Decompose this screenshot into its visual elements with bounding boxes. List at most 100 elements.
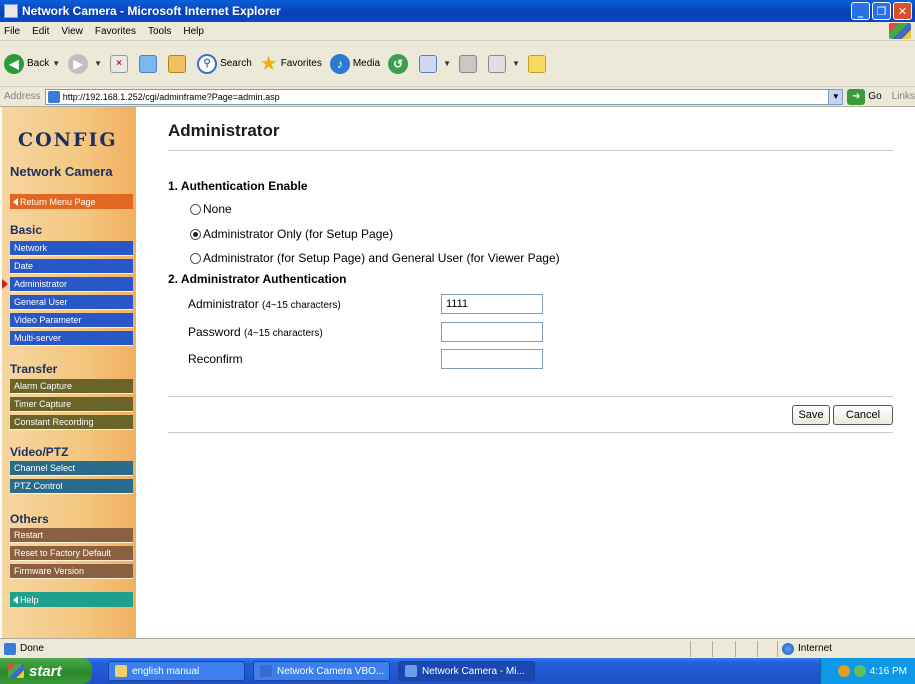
- browser-window: Network Camera - Microsoft Internet Expl…: [0, 0, 915, 684]
- help-button[interactable]: Help: [10, 592, 133, 607]
- option-none[interactable]: None: [190, 202, 232, 216]
- go-arrow-icon: ➜: [847, 88, 866, 105]
- print-button[interactable]: [459, 54, 480, 73]
- toolbar: ◀ Back ▼ ▶ ▼ × ⚲ Search ★ Favorites ♪ Medi…: [0, 41, 915, 87]
- menu-tools[interactable]: Tools: [148, 26, 171, 37]
- sidebar-item-alarm-capture[interactable]: Alarm Capture: [10, 379, 133, 394]
- divider: [168, 396, 893, 397]
- status-divider: [777, 641, 778, 657]
- close-button[interactable]: ✕: [893, 2, 912, 20]
- tray-security-icon[interactable]: [853, 665, 866, 677]
- minimize-button[interactable]: _: [851, 2, 870, 20]
- administrator-label: Administrator (4~15 characters): [188, 297, 341, 311]
- messenger-button[interactable]: [527, 54, 549, 73]
- printer-icon: [459, 54, 477, 73]
- address-bar: Address http://192.168.1.252/cgi/adminfr…: [0, 87, 915, 107]
- forward-arrow-icon: ▶: [68, 53, 89, 74]
- radio-none[interactable]: [190, 203, 201, 215]
- main-content: Administrator 1. Authentication Enable N…: [136, 107, 915, 638]
- password-label: Password (4~15 characters): [188, 325, 323, 339]
- menu-favorites[interactable]: Favorites: [95, 26, 136, 37]
- address-url: http://192.168.1.252/cgi/adminframe?Page…: [62, 91, 280, 102]
- divider: [168, 432, 893, 433]
- menu-view[interactable]: View: [61, 26, 83, 37]
- menu-file[interactable]: File: [4, 26, 20, 37]
- search-button[interactable]: ⚲ Search: [197, 53, 252, 74]
- sidebar-item-multi-server[interactable]: Multi-server: [10, 331, 133, 346]
- windows-flag-icon: [8, 664, 24, 678]
- taskbar: start english manual Network Camera VBO.…: [0, 658, 915, 684]
- status-text: Done: [4, 642, 44, 655]
- media-button[interactable]: ♪ Media: [329, 53, 380, 74]
- tray-network-icon[interactable]: [837, 665, 850, 677]
- sidebar-item-firmware-version[interactable]: Firmware Version: [10, 564, 133, 579]
- restore-button[interactable]: ❐: [872, 2, 891, 20]
- clock: 4:16 PM: [869, 665, 907, 677]
- administrator-input[interactable]: 1111: [441, 294, 543, 314]
- internet-globe-icon: [782, 642, 794, 655]
- active-pointer-icon: [2, 279, 8, 289]
- star-icon: ★: [259, 53, 278, 75]
- reconfirm-input[interactable]: [441, 349, 543, 369]
- menu-help[interactable]: Help: [183, 26, 204, 37]
- folder-icon: [115, 665, 127, 677]
- sidebar-item-general-user[interactable]: General User: [10, 295, 133, 310]
- radio-administrator-only[interactable]: [190, 228, 201, 240]
- history-icon: ↺: [388, 53, 409, 74]
- sidebar-item-network[interactable]: Network: [10, 241, 133, 256]
- return-menu-page-button[interactable]: Return Menu Page: [10, 194, 133, 209]
- sidebar-item-ptz-control[interactable]: PTZ Control: [10, 479, 133, 494]
- task-english-manual[interactable]: english manual: [108, 661, 245, 681]
- option-administrator-and-general-user[interactable]: Administrator (for Setup Page) and Gener…: [190, 251, 560, 265]
- edit-page-icon: [488, 54, 506, 73]
- sidebar-item-timer-capture[interactable]: Timer Capture: [10, 397, 133, 412]
- go-button[interactable]: ➜ Go: [847, 88, 882, 105]
- address-input[interactable]: http://192.168.1.252/cgi/adminframe?Page…: [44, 88, 844, 105]
- save-button[interactable]: Save: [792, 405, 830, 425]
- home-button[interactable]: [168, 54, 189, 73]
- sidebar-item-date[interactable]: Date: [10, 259, 133, 274]
- sidebar-subtitle: Network Camera: [10, 164, 113, 179]
- address-dropdown-icon[interactable]: ▼: [828, 89, 843, 104]
- window-title: Network Camera - Microsoft Internet Expl…: [22, 4, 281, 18]
- option-administrator-only[interactable]: Administrator Only (for Setup Page): [190, 227, 393, 241]
- sidebar-item-reset-factory-default[interactable]: Reset to Factory Default: [10, 546, 133, 561]
- edit-button[interactable]: ▼: [488, 54, 520, 73]
- group-transfer-title: Transfer: [10, 362, 58, 376]
- mail-icon: [419, 54, 438, 73]
- back-button[interactable]: ◀ Back ▼: [4, 53, 60, 74]
- search-icon: ⚲: [197, 53, 218, 74]
- stop-button[interactable]: ×: [110, 54, 131, 73]
- menu-edit[interactable]: Edit: [32, 26, 49, 37]
- menu-bar: File Edit View Favorites Tools Help: [0, 22, 915, 41]
- refresh-button[interactable]: [139, 54, 160, 73]
- page-title: Administrator: [168, 121, 280, 140]
- cancel-button[interactable]: Cancel: [833, 405, 893, 425]
- sidebar-item-video-parameter[interactable]: Video Parameter: [10, 313, 133, 328]
- sidebar-item-restart[interactable]: Restart: [10, 528, 133, 543]
- mail-button[interactable]: ▼: [419, 54, 451, 73]
- title-bar: Network Camera - Microsoft Internet Expl…: [0, 0, 915, 22]
- home-icon: [168, 54, 187, 73]
- favorites-button[interactable]: ★ Favorites: [260, 51, 322, 76]
- status-bar: Done Internet: [0, 638, 915, 658]
- links-button[interactable]: Links: [892, 91, 915, 102]
- sidebar-item-administrator[interactable]: Administrator: [10, 277, 133, 292]
- group-basic-title: Basic: [10, 223, 43, 237]
- stop-icon: ×: [110, 54, 129, 73]
- group-others-title: Others: [10, 512, 49, 526]
- password-input[interactable]: [441, 322, 543, 342]
- status-divider: [712, 641, 713, 657]
- sidebar-item-channel-select[interactable]: Channel Select: [10, 461, 133, 476]
- sidebar-item-constant-recording[interactable]: Constant Recording: [10, 415, 133, 430]
- forward-button[interactable]: ▶ ▼: [68, 53, 102, 74]
- windows-logo-icon: [889, 23, 911, 39]
- status-divider: [735, 641, 736, 657]
- task-network-camera-doc[interactable]: Network Camera VBO...: [253, 661, 390, 681]
- radio-administrator-and-general-user[interactable]: [190, 252, 201, 264]
- history-button[interactable]: ↺: [388, 53, 411, 74]
- back-arrow-icon: ◀: [4, 53, 24, 74]
- start-button[interactable]: start: [0, 658, 92, 684]
- section-authentication-enable: 1. Authentication Enable: [168, 179, 308, 193]
- task-network-camera-ie[interactable]: Network Camera - Mi...: [398, 661, 535, 681]
